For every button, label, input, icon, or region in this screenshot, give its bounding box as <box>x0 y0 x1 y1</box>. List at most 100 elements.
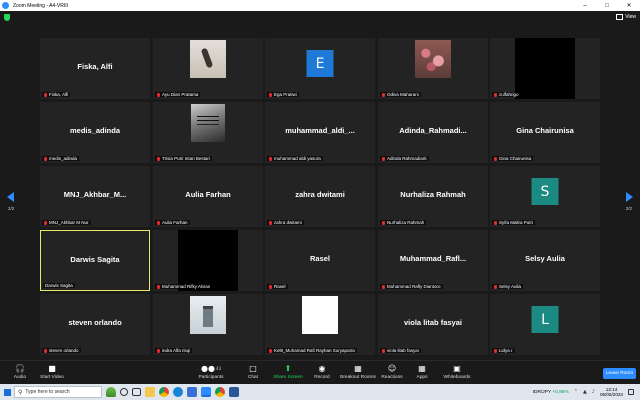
plant-widget-icon[interactable] <box>106 387 116 397</box>
avatar: S <box>531 178 559 205</box>
zoom-app-icon <box>2 2 9 9</box>
participant-label: Rasel <box>267 284 288 289</box>
participant-tile[interactable]: viola litab fasyai viola litab fasyai <box>378 294 488 355</box>
leave-room-button[interactable]: Leave Room <box>603 368 636 379</box>
security-shield-icon[interactable] <box>4 14 10 21</box>
cortana-icon[interactable] <box>120 388 128 396</box>
record-button[interactable]: ◉ Record <box>302 363 342 380</box>
participant-tile[interactable]: Ayu Dian Pratama <box>153 38 263 99</box>
participant-tile[interactable]: indra Alfa risqi <box>153 294 263 355</box>
participant-tile[interactable]: Aulia Farhan Aulia Farhan <box>153 166 263 227</box>
participant-tile[interactable]: Muhammad Rifky Alvian <box>153 230 263 291</box>
participant-tile[interactable]: Rasel Rasel <box>265 230 375 291</box>
participant-name: Fiska, Alfi <box>77 62 113 71</box>
zoom-taskbar-icon[interactable] <box>201 387 211 397</box>
participant-name: Selsy Aulia <box>525 254 565 263</box>
taskbar-apps <box>106 387 239 397</box>
share-screen-icon: ⬆ <box>284 364 292 373</box>
minimize-icon[interactable]: – <box>574 0 596 11</box>
record-icon: ◉ <box>318 364 326 373</box>
store-icon[interactable] <box>187 387 197 397</box>
participant-tile[interactable]: E Ega Pratiwi <box>265 38 375 99</box>
participant-name: Nurhaliza Rahmah <box>400 190 466 199</box>
participant-tile[interactable]: Trisia Putri Intan Bestari <box>153 102 263 163</box>
notification-icon[interactable] <box>628 389 634 395</box>
chrome-icon[interactable] <box>159 387 169 397</box>
muted-mic-icon <box>494 156 497 161</box>
window-titlebar: Zoom Meeting - A4-VRIII – □ ✕ <box>0 0 640 11</box>
taskbar-search-box[interactable]: ⚲ Type here to search <box>14 386 102 398</box>
chrome-profile-icon[interactable] <box>215 387 225 397</box>
participant-label: indra Alfa risqi <box>155 348 193 353</box>
whiteboards-button[interactable]: ▣ Whiteboards <box>437 363 477 380</box>
view-label: View <box>625 14 636 20</box>
participant-label: zulfahrigo <box>492 92 521 97</box>
start-video-button[interactable]: ■ Start Video <box>32 363 72 380</box>
participant-tile[interactable]: zahra dwitami zahra dwitami <box>265 166 375 227</box>
network-icon[interactable]: ▲ <box>583 389 587 395</box>
apps-button[interactable]: ▦ Apps <box>402 363 442 380</box>
profile-picture <box>415 40 451 78</box>
participant-name: Darwis Sagita <box>70 255 120 264</box>
participant-tile[interactable]: medis_adinda medis_adinda <box>40 102 150 163</box>
muted-mic-icon <box>44 348 47 353</box>
participant-tile[interactable]: Odiva Maharani <box>378 38 488 99</box>
muted-mic-icon <box>269 92 272 97</box>
participant-label: Kel8_Muhamad Rafi Rayhan Suryaputra <box>267 348 357 353</box>
muted-mic-icon <box>494 220 497 225</box>
participant-label: Muhammad Rafly Diantoro <box>380 284 443 289</box>
muted-mic-icon <box>494 348 497 353</box>
participants-icon: ●● 43 <box>200 364 222 373</box>
participant-name: medis_adinda <box>69 126 121 135</box>
muted-mic-icon <box>44 92 47 97</box>
participant-label: Muhammad Rifky Alvian <box>155 284 213 289</box>
participant-label: MNJ_Akhbar M Nur <box>42 220 91 225</box>
meeting-gallery: View 2/2 2/2 Fiska, Alfi Fiska, Alfi Ayu… <box>0 11 640 360</box>
participant-tile[interactable]: S Syifa Malira Putri <box>490 166 600 227</box>
participant-tile[interactable]: muhammad_aldi_... muhammad aldi yasura <box>265 102 375 163</box>
edge-icon[interactable] <box>173 387 183 397</box>
participant-tile[interactable]: zulfahrigo <box>490 38 600 99</box>
participant-tile[interactable]: MNJ_Akhbar_M... MNJ_Akhbar M Nur <box>40 166 150 227</box>
participant-label: Odiva Maharani <box>380 92 421 97</box>
participant-tile[interactable]: Selsy Aulia Selsy Aulia <box>490 230 600 291</box>
muted-mic-icon <box>157 284 160 289</box>
participant-name: MNJ_Akhbar_M... <box>63 190 127 199</box>
taskbar-clock[interactable]: 13:14 06/05/2023 <box>600 387 623 398</box>
participant-tile[interactable]: Nurhaliza Rahmah Nurhaliza Rahmah <box>378 166 488 227</box>
participant-tile[interactable]: steven orlando steven orlando <box>40 294 150 355</box>
volume-icon[interactable]: ♪ <box>592 389 595 395</box>
next-page-icon[interactable] <box>626 192 633 202</box>
participants-count: 43 <box>215 366 222 371</box>
participant-name: Muhammad_Rafl... <box>399 254 467 263</box>
muted-mic-icon <box>494 284 497 289</box>
participant-tile[interactable]: L Lidya r <box>490 294 600 355</box>
previous-page-icon[interactable] <box>7 192 14 202</box>
muted-mic-icon <box>269 220 272 225</box>
avatar: E <box>306 50 334 77</box>
participant-label: medis_adinda <box>42 156 80 161</box>
participant-label: Syifa Malira Putri <box>492 220 536 225</box>
start-button[interactable] <box>0 384 14 400</box>
tray-chevron-icon[interactable]: ⌃ <box>574 389 578 395</box>
participant-tile[interactable]: Adinda_Rahmadi... Adinda Rahmadiarti <box>378 102 488 163</box>
participant-label: muhammad aldi yasura <box>267 156 323 161</box>
participant-tile[interactable]: Kel8_Muhamad Rafi Rayhan Suryaputra <box>265 294 375 355</box>
stock-widget[interactable]: IDR/JPY +0,95% <box>533 390 569 395</box>
search-icon: ⚲ <box>18 388 23 396</box>
participant-tile[interactable]: Fiska, Alfi Fiska, Alfi <box>40 38 150 99</box>
participants-button[interactable]: ●● 43 Participants <box>191 363 231 380</box>
muted-mic-icon <box>157 156 160 161</box>
participant-label: Adinda Rahmadiarti <box>380 156 429 161</box>
word-icon[interactable] <box>229 387 239 397</box>
maximize-icon[interactable]: □ <box>596 0 618 11</box>
chat-icon: □ <box>249 364 257 373</box>
participant-tile[interactable]: Gina Chairunisa Gina Chairunisa <box>490 102 600 163</box>
task-view-icon[interactable] <box>132 388 141 396</box>
participant-tile-active-speaker[interactable]: Darwis Sagita Darwis Sagita <box>40 230 150 291</box>
file-explorer-icon[interactable] <box>145 387 155 397</box>
participant-tile[interactable]: Muhammad_Rafl... Muhammad Rafly Diantoro <box>378 230 488 291</box>
view-button[interactable]: View <box>616 14 636 20</box>
chat-button[interactable]: □ Chat <box>233 363 273 380</box>
close-icon[interactable]: ✕ <box>618 0 640 11</box>
